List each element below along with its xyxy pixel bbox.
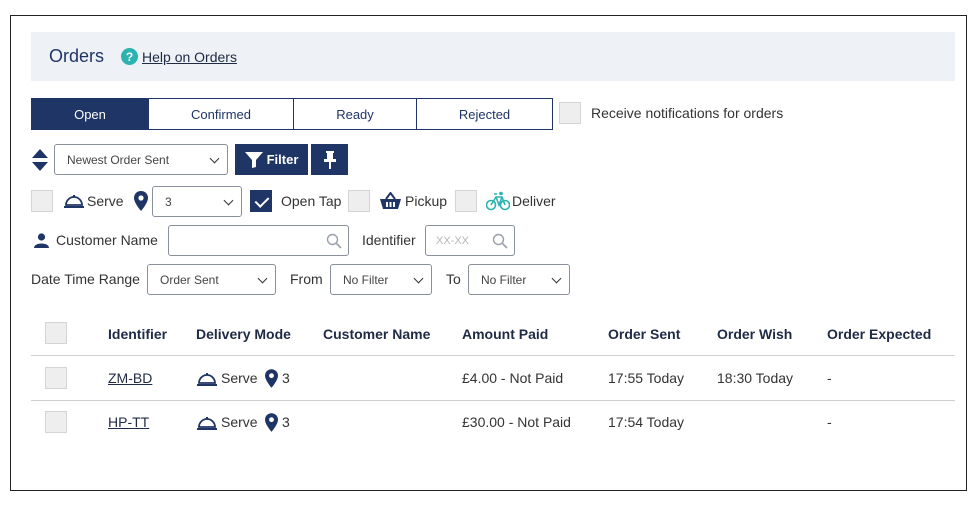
row-checkbox[interactable] (45, 367, 67, 389)
table-selected-value: 3 (165, 194, 172, 209)
date-range-label: Date Time Range (31, 271, 140, 287)
identifier-placeholder: XX-XX (436, 234, 470, 247)
customer-name-label: Customer Name (56, 232, 158, 248)
amount-paid-cell: £4.00 - Not Paid (462, 370, 564, 386)
chevron-down-icon (551, 273, 562, 284)
identifier-input[interactable]: XX-XX (425, 225, 515, 256)
page-header: Orders ? Help on Orders (31, 32, 955, 81)
search-icon (326, 233, 342, 249)
search-icon (492, 233, 508, 249)
column-header-order-sent[interactable]: Order Sent (608, 326, 680, 342)
chevron-down-icon (223, 195, 234, 206)
pickup-basket-icon (380, 192, 401, 209)
location-icon (265, 369, 278, 388)
date-type-value: Order Sent (160, 272, 219, 287)
pickup-checkbox[interactable] (348, 190, 370, 212)
from-select[interactable]: No Filter (330, 264, 432, 295)
table-number: 3 (282, 414, 290, 430)
tab-confirmed[interactable]: Confirmed (149, 98, 294, 130)
delivery-mode-text: Serve (221, 414, 258, 430)
order-identifier-link[interactable]: HP-TT (108, 414, 149, 430)
help-link[interactable]: Help on Orders (142, 49, 237, 65)
location-icon (134, 191, 148, 211)
bicycle-icon (486, 191, 510, 211)
order-identifier-link[interactable]: ZM-BD (108, 370, 152, 386)
tab-rejected[interactable]: Rejected (417, 98, 553, 130)
deliver-label: Deliver (512, 193, 556, 209)
location-icon (265, 413, 278, 432)
notifications-checkbox[interactable] (559, 102, 581, 124)
pin-button[interactable] (311, 144, 348, 175)
serve-label: Serve (87, 193, 124, 209)
sort-icon[interactable] (31, 148, 49, 172)
table-select[interactable]: 3 (152, 186, 242, 217)
chevron-down-icon (209, 153, 220, 164)
tab-open[interactable]: Open (31, 98, 149, 130)
column-header-delivery-mode[interactable]: Delivery Mode (196, 326, 291, 342)
filter-icon (244, 151, 263, 168)
open-tab-checkbox[interactable] (250, 190, 272, 212)
select-all-checkbox[interactable] (45, 322, 67, 344)
delivery-mode-text: Serve (221, 370, 258, 386)
order-expected-cell: - (827, 414, 832, 430)
column-header-amount-paid[interactable]: Amount Paid (462, 326, 548, 342)
order-sent-cell: 17:55 Today (608, 370, 685, 386)
filter-button[interactable]: Filter (235, 144, 308, 175)
column-header-customer-name[interactable]: Customer Name (323, 326, 430, 342)
identifier-label: Identifier (362, 232, 416, 248)
serve-icon (197, 373, 217, 386)
tab-ready[interactable]: Ready (294, 98, 417, 130)
row-checkbox[interactable] (45, 411, 67, 433)
chevron-down-icon (413, 273, 424, 284)
date-type-select[interactable]: Order Sent (147, 264, 276, 295)
from-value: No Filter (343, 272, 389, 287)
amount-paid-cell: £30.00 - Not Paid (462, 414, 571, 430)
customer-name-input[interactable] (168, 225, 349, 256)
pin-icon (323, 150, 336, 169)
notifications-label: Receive notifications for orders (591, 105, 784, 121)
sort-select[interactable]: Newest Order Sent (54, 144, 228, 175)
page-title: Orders (49, 46, 105, 66)
open-tab-label: Open Tap (281, 193, 342, 209)
sort-selected-value: Newest Order Sent (67, 152, 170, 167)
serve-checkbox[interactable] (31, 190, 53, 212)
to-select[interactable]: No Filter (468, 264, 570, 295)
column-header-order-wish[interactable]: Order Wish (717, 326, 792, 342)
order-expected-cell: - (827, 370, 832, 386)
help-icon[interactable]: ? (121, 48, 139, 65)
serve-icon (197, 417, 217, 430)
pickup-label: Pickup (405, 193, 448, 209)
user-icon (34, 233, 49, 248)
serve-icon (64, 195, 84, 208)
to-label: To (446, 271, 461, 287)
order-wish-cell: 18:30 Today (717, 370, 794, 386)
column-header-order-expected[interactable]: Order Expected (827, 326, 931, 342)
order-sent-cell: 17:54 Today (608, 414, 685, 430)
row-divider (31, 355, 955, 356)
filter-button-label: Filter (266, 152, 299, 167)
to-value: No Filter (481, 272, 527, 287)
from-label: From (290, 271, 323, 287)
column-header-identifier[interactable]: Identifier (108, 326, 167, 342)
table-number: 3 (282, 370, 290, 386)
row-divider (31, 400, 955, 401)
deliver-checkbox[interactable] (455, 190, 477, 212)
status-tabs: Open Confirmed Ready Rejected (31, 98, 553, 130)
chevron-down-icon (257, 273, 268, 284)
